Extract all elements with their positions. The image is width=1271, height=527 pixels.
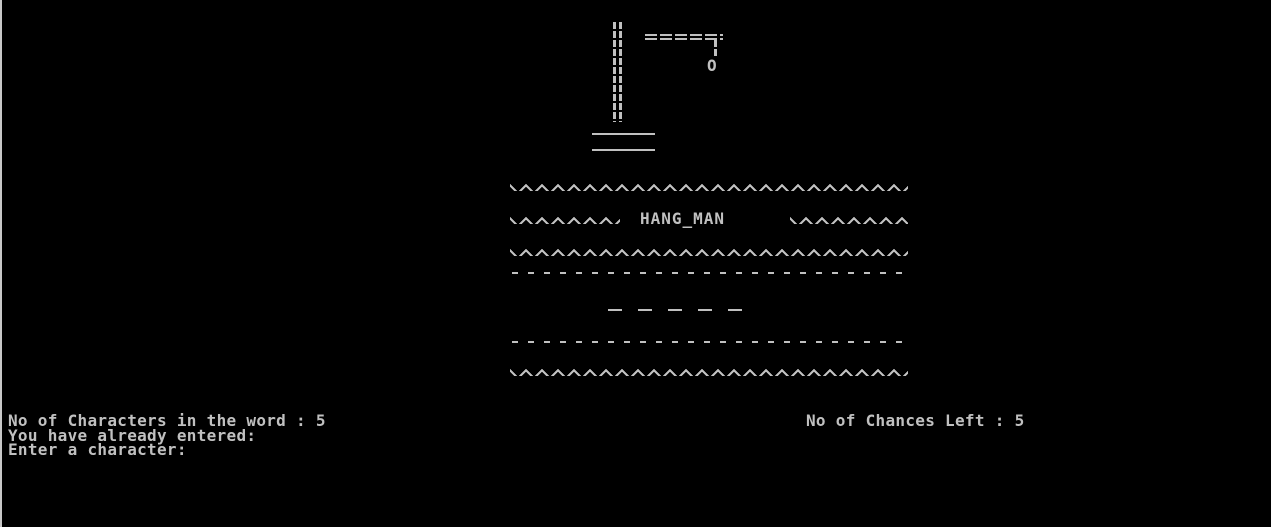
- word-blanks: [608, 309, 758, 311]
- gallows-base-top: [592, 133, 655, 135]
- title-border-top: [510, 181, 908, 191]
- character-prompt[interactable]: Enter a character:: [8, 442, 187, 458]
- footer-border: [510, 366, 908, 376]
- gallows-post-right: [619, 22, 622, 122]
- hangman-head: O: [707, 56, 717, 75]
- title-border-left: [510, 214, 620, 224]
- game-title: HANG_MAN: [640, 209, 726, 228]
- gallows-beam-bottom: [645, 38, 723, 40]
- title-border-bottom: [510, 246, 908, 256]
- title-border-right: [790, 214, 908, 224]
- console-window: O HANG_MAN No of Characters in the word …: [0, 0, 1271, 527]
- chances-left-label: No of Chances Left : 5: [806, 411, 1025, 430]
- gallows-base-bottom: [592, 149, 655, 151]
- word-area-divider-bottom: [512, 341, 906, 343]
- word-area-divider-top: [512, 272, 906, 274]
- gallows-rope: [714, 40, 717, 56]
- gallows-beam-top: [645, 34, 723, 36]
- gallows-post-left: [613, 22, 616, 122]
